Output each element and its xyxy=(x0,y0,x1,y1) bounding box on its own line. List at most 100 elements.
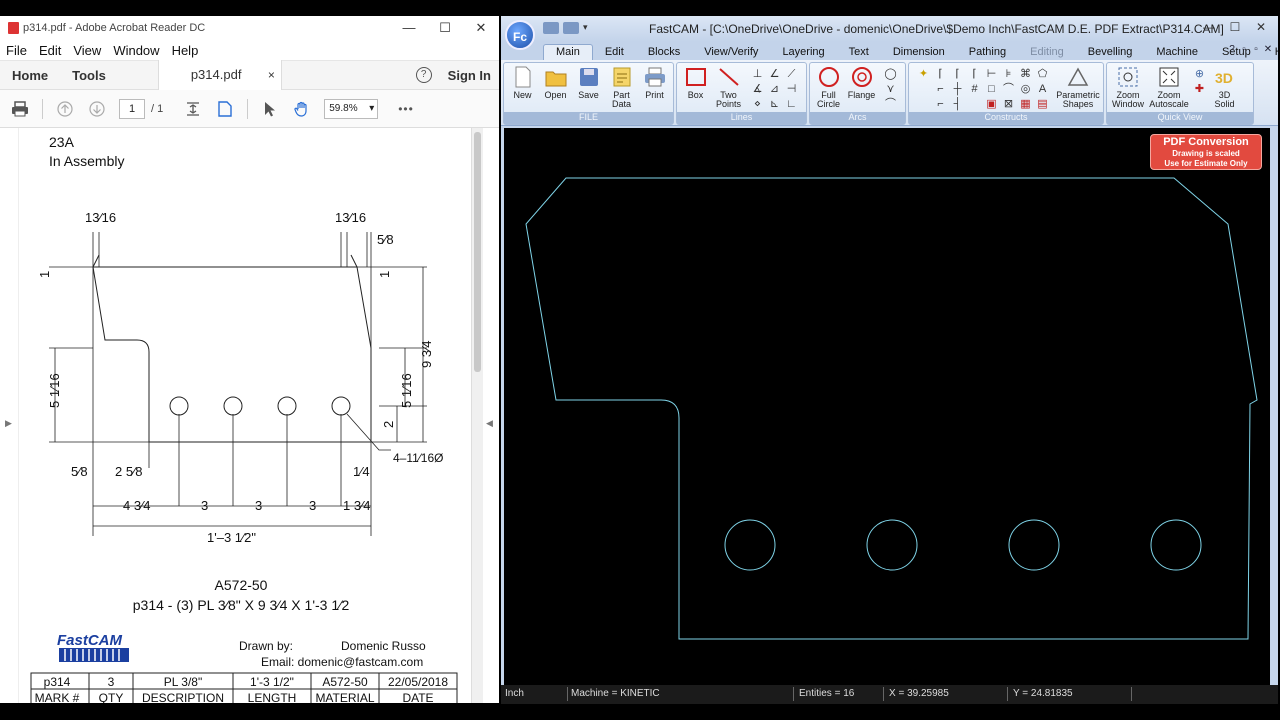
construct-tool-icon[interactable]: ⌈ xyxy=(932,67,949,82)
fastcam-app-button[interactable]: Fc xyxy=(505,20,535,50)
arc-tool-icon[interactable]: ◯ xyxy=(882,67,899,82)
previous-page-icon[interactable] xyxy=(55,100,75,118)
construct-tool-icon[interactable]: ⊢ xyxy=(983,67,1000,82)
construct-tool-icon[interactable]: ⌒ xyxy=(1000,82,1017,97)
construct-tool-icon[interactable]: ⌈ xyxy=(949,67,966,82)
tab-tools[interactable]: Tools xyxy=(60,68,118,83)
3d-solid-button[interactable]: 3D 3D Solid xyxy=(1208,65,1241,110)
close-tab-icon[interactable]: × xyxy=(268,60,275,90)
construct-tool-icon[interactable]: ┼ xyxy=(949,82,966,97)
new-button[interactable]: New xyxy=(506,65,539,110)
line-tool-icon[interactable]: ∡ xyxy=(749,82,766,97)
construct-tool-icon[interactable]: ▤ xyxy=(1034,97,1051,112)
tab-layering[interactable]: Layering xyxy=(770,46,836,60)
close-button[interactable]: ✕ xyxy=(463,20,499,36)
construct-tool-icon[interactable]: ⊧ xyxy=(1000,67,1017,82)
fit-page-icon[interactable] xyxy=(183,100,203,118)
expand-left-pane-icon[interactable]: ▶ xyxy=(5,418,12,429)
tab-edit[interactable]: Edit xyxy=(593,46,636,60)
hand-tool-icon[interactable] xyxy=(292,100,312,118)
dim-top-right2: 5⁄8 xyxy=(377,232,394,247)
construct-tool-icon[interactable]: A xyxy=(1034,82,1051,97)
save-button[interactable]: Save xyxy=(572,65,605,110)
zoom-select[interactable]: 59.8% xyxy=(324,98,379,119)
undo-icon[interactable] xyxy=(543,22,559,34)
sign-in-button[interactable]: Sign In xyxy=(448,68,491,83)
ribbon-close-icon[interactable]: ✕ xyxy=(1262,44,1274,55)
tab-home[interactable]: Home xyxy=(0,68,60,83)
arc-tool-icon[interactable]: ⋎ xyxy=(882,82,899,97)
scrollbar-thumb[interactable] xyxy=(474,132,481,372)
maximize-button[interactable]: ☐ xyxy=(427,20,463,36)
construct-tool-icon[interactable]: ⬠ xyxy=(1034,67,1051,82)
line-tool-icon[interactable]: ⊣ xyxy=(783,82,800,97)
menu-help[interactable]: Help xyxy=(172,43,199,58)
tab-bevelling[interactable]: Bevelling xyxy=(1076,46,1145,60)
line-tool-icon[interactable]: ⊿ xyxy=(766,82,783,97)
part-data-button[interactable]: Part Data xyxy=(605,65,638,110)
page-number-input[interactable]: 1 xyxy=(119,98,145,119)
zoom-autoscale-button[interactable]: Zoom Autoscale xyxy=(1147,65,1191,110)
fc-minimize-button[interactable]: — xyxy=(1196,20,1222,34)
construct-tool-icon[interactable]: ✦ xyxy=(915,67,932,82)
line-tool-icon[interactable]: ⊥ xyxy=(749,67,766,82)
redo-icon[interactable] xyxy=(563,22,579,34)
tab-dimension[interactable]: Dimension xyxy=(881,46,957,60)
menu-view[interactable]: View xyxy=(73,43,101,58)
construct-tool-icon[interactable]: ⌈ xyxy=(966,67,983,82)
next-page-icon[interactable] xyxy=(87,100,107,118)
tab-blocks[interactable]: Blocks xyxy=(636,46,692,60)
flange-button[interactable]: Flange xyxy=(845,65,878,110)
tab-pathing[interactable]: Pathing xyxy=(957,46,1018,60)
construct-tool-icon[interactable]: □ xyxy=(983,82,1000,97)
page-view-icon[interactable] xyxy=(215,100,235,118)
construct-tool-icon[interactable]: ⊠ xyxy=(1000,97,1017,112)
construct-tool-icon[interactable]: ┤ xyxy=(949,97,966,112)
print-icon[interactable] xyxy=(10,100,30,118)
box-button[interactable]: Box xyxy=(679,65,712,110)
menu-file[interactable]: File xyxy=(6,43,27,58)
tab-view-verify[interactable]: View/Verify xyxy=(692,46,770,60)
line-tool-icon[interactable]: ∠ xyxy=(766,67,783,82)
print-button[interactable]: Print xyxy=(638,65,671,110)
select-cursor-icon[interactable] xyxy=(260,100,280,118)
fc-close-button[interactable]: ✕ xyxy=(1248,20,1274,34)
construct-tool-icon[interactable]: ◎ xyxy=(1017,82,1034,97)
vertical-scrollbar[interactable] xyxy=(471,128,483,703)
qat-dropdown-icon[interactable]: ▾ xyxy=(583,22,591,34)
line-tool-icon[interactable]: ⊾ xyxy=(766,97,783,112)
menu-edit[interactable]: Edit xyxy=(39,43,61,58)
construct-tool-icon[interactable]: # xyxy=(966,82,983,97)
pan-icon[interactable]: ✚ xyxy=(1191,82,1208,97)
construct-tool-icon[interactable]: ▦ xyxy=(1017,97,1034,112)
help-icon[interactable]: ? xyxy=(415,67,432,83)
minimize-button[interactable]: — xyxy=(391,20,427,36)
ribbon-restore-icon[interactable]: ▫ xyxy=(1238,44,1250,55)
more-tools-icon[interactable]: ••• xyxy=(398,102,414,116)
construct-tool-icon[interactable]: ▣ xyxy=(983,97,1000,112)
fc-maximize-button[interactable]: ☐ xyxy=(1222,20,1248,34)
zoom-window-button[interactable]: Zoom Window xyxy=(1109,65,1147,110)
tab-document[interactable]: p314.pdf × xyxy=(157,60,282,90)
parametric-shapes-button[interactable]: Parametric Shapes xyxy=(1055,65,1101,110)
tab-main[interactable]: Main xyxy=(543,44,593,60)
cad-canvas[interactable]: PDF Conversion Drawing is scaled Use for… xyxy=(504,128,1270,685)
expand-right-pane-icon[interactable]: ◀ xyxy=(486,418,493,429)
construct-tool-icon[interactable]: ⌐ xyxy=(932,82,949,97)
tab-text[interactable]: Text xyxy=(837,46,881,60)
tab-editing[interactable]: Editing xyxy=(1018,46,1076,60)
ribbon-restore2-icon[interactable]: ▫ xyxy=(1250,44,1262,55)
open-button[interactable]: Open xyxy=(539,65,572,110)
line-tool-icon[interactable]: ∟ xyxy=(783,97,800,112)
tab-machine[interactable]: Machine xyxy=(1144,46,1210,60)
menu-window[interactable]: Window xyxy=(113,43,159,58)
construct-tool-icon[interactable]: ⌐ xyxy=(932,97,949,112)
zoom-in-icon[interactable]: ⊕ xyxy=(1191,67,1208,82)
two-points-button[interactable]: Two Points xyxy=(712,65,745,110)
line-tool-icon[interactable]: ⋄ xyxy=(749,97,766,112)
arc-tool-icon[interactable]: ⌒ xyxy=(882,97,899,112)
construct-tool-icon[interactable]: ⌘ xyxy=(1017,67,1034,82)
ribbon-help-icon[interactable]: ? xyxy=(1226,44,1238,55)
full-circle-button[interactable]: Full Circle xyxy=(812,65,845,110)
line-tool-icon[interactable]: ⟋ xyxy=(783,67,800,82)
